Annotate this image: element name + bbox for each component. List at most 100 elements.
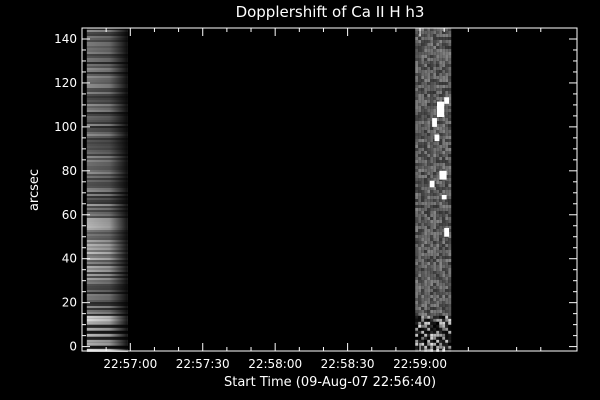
heatmap-cell <box>430 127 434 130</box>
heatmap-cell <box>424 253 428 256</box>
heatmap-cell <box>436 262 440 265</box>
heatmap-cell <box>433 52 437 55</box>
heatmap-cell <box>439 187 443 190</box>
heatmap-cell <box>415 190 419 193</box>
heatmap-cell <box>421 73 425 76</box>
heatmap-cell <box>433 73 437 76</box>
heatmap-cell <box>418 277 422 280</box>
heatmap-cell <box>433 321 437 325</box>
heatmap-cell <box>415 58 419 61</box>
heatmap-cell <box>445 277 449 280</box>
heatmap-cell <box>439 330 443 334</box>
heatmap-cell <box>415 310 419 313</box>
heatmap-cell <box>418 295 422 298</box>
heatmap-cell <box>415 292 419 295</box>
heatmap-cell <box>436 238 440 241</box>
heatmap-cell <box>430 154 434 157</box>
heatmap-cell <box>421 196 425 199</box>
heatmap-cell <box>430 277 434 280</box>
heatmap-cell <box>439 181 443 184</box>
heatmap-cell <box>430 283 434 286</box>
heatmap-cell <box>424 292 428 295</box>
heatmap-cell <box>415 178 419 181</box>
heatmap-cell <box>436 345 440 349</box>
heatmap-cell <box>430 70 434 73</box>
heatmap-cell <box>433 268 437 271</box>
heatmap-cell <box>430 172 434 175</box>
heatmap-cell <box>436 310 440 313</box>
heatmap-cell <box>445 190 449 193</box>
heatmap-cell <box>436 43 440 46</box>
heatmap-cell <box>433 91 437 94</box>
heatmap-cell <box>424 220 428 223</box>
heatmap-cell <box>424 70 428 73</box>
x-axis-label: Start Time (09-Aug-07 22:56:40) <box>224 375 436 390</box>
heatmap-cell <box>421 321 425 325</box>
heatmap-cell <box>427 118 431 121</box>
heatmap-cell <box>418 40 422 43</box>
heatmap-cell <box>421 106 425 109</box>
heatmap-cell <box>418 220 422 223</box>
heatmap-cell <box>433 247 437 250</box>
heatmap-cell <box>445 211 449 214</box>
heatmap-cell <box>421 327 425 331</box>
bright-patch <box>441 194 447 200</box>
heatmap-cell <box>418 139 422 142</box>
heatmap-cell <box>445 318 449 322</box>
heatmap-cell <box>442 217 446 220</box>
heatmap-cell <box>430 112 434 115</box>
heatmap-cell <box>424 178 428 181</box>
heatmap-cell <box>418 133 422 136</box>
heatmap-cell <box>427 94 431 97</box>
heatmap-cell <box>421 31 425 34</box>
heatmap-cell <box>436 97 440 100</box>
heatmap-cell <box>415 229 419 232</box>
heatmap-cell <box>415 283 419 286</box>
heatmap-cell <box>442 223 446 226</box>
heatmap-cell <box>415 321 419 325</box>
heatmap-cell <box>439 139 443 142</box>
heatmap-cell <box>424 286 428 289</box>
heatmap-cell <box>430 67 434 70</box>
heatmap-cell <box>436 163 440 166</box>
heatmap-cell <box>427 345 431 349</box>
heatmap-cell <box>424 109 428 112</box>
heatmap-cell <box>448 310 452 313</box>
heatmap-cell <box>442 199 446 202</box>
heatmap-cell <box>433 232 437 235</box>
heatmap-cell <box>448 139 452 142</box>
heatmap-cell <box>418 208 422 211</box>
heatmap-cell <box>421 118 425 121</box>
heatmap-cell <box>421 214 425 217</box>
heatmap-cell <box>436 220 440 223</box>
heatmap-cell <box>442 250 446 253</box>
heatmap-cell <box>427 274 431 277</box>
heatmap-cell <box>439 145 443 148</box>
heatmap-cell <box>436 298 440 301</box>
heatmap-cell <box>430 280 434 283</box>
heatmap-cell <box>415 157 419 160</box>
heatmap-cell <box>415 205 419 208</box>
heatmap-cell <box>433 250 437 253</box>
heatmap-cell <box>442 157 446 160</box>
heatmap-cell <box>445 304 449 307</box>
heatmap-cell <box>448 130 452 133</box>
heatmap-cell <box>433 145 437 148</box>
heatmap-cell <box>424 181 428 184</box>
heatmap-cell <box>436 55 440 58</box>
heatmap-cell <box>445 136 449 139</box>
heatmap-cell <box>418 118 422 121</box>
heatmap-cell <box>424 106 428 109</box>
heatmap-cell <box>439 118 443 121</box>
heatmap-cell <box>421 223 425 226</box>
heatmap-cell <box>430 286 434 289</box>
heatmap-cell <box>448 280 452 283</box>
heatmap-cell <box>424 327 428 331</box>
heatmap-cell <box>415 34 419 37</box>
heatmap-cell <box>448 327 452 331</box>
heatmap-cell <box>430 232 434 235</box>
heatmap-cell <box>424 214 428 217</box>
heatmap-cell <box>430 339 434 343</box>
heatmap-cell <box>418 160 422 163</box>
heatmap-cell <box>424 295 428 298</box>
